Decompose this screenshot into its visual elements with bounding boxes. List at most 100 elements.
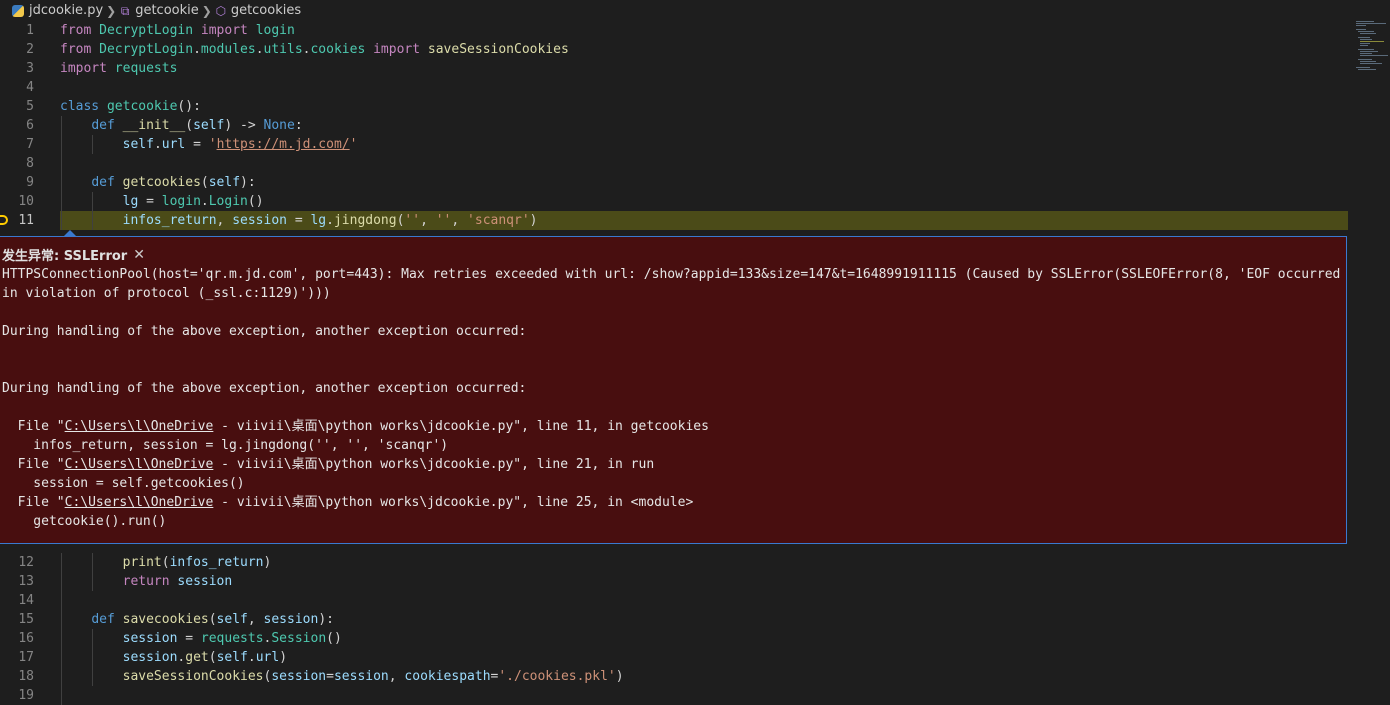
code-line[interactable]: 17 session.get(self.url) — [0, 648, 1348, 667]
code-token: , — [247, 612, 264, 627]
code-token: self — [193, 118, 225, 133]
code-line[interactable]: 4 — [0, 78, 1348, 97]
minimap[interactable] — [1352, 20, 1390, 80]
indent-guide — [92, 192, 93, 230]
code-token: session — [232, 213, 287, 228]
exception-line: HTTPSConnectionPool(host='qr.m.jd.com', … — [2, 267, 1341, 282]
code-line[interactable]: 6 def __init__(self) -> None: — [0, 116, 1348, 135]
code-text: def getcookies(self): — [60, 173, 255, 192]
code-token: url — [161, 137, 186, 152]
traceback-file-link[interactable]: C:\Users\l\OneDrive — [65, 419, 214, 434]
code-line[interactable]: 14 — [0, 591, 1348, 610]
code-token: ( — [185, 118, 194, 133]
minimap-line — [1356, 29, 1366, 30]
line-number: 16 — [18, 631, 34, 646]
code-line[interactable]: 15 def savecookies(self, session): — [0, 610, 1348, 629]
code-line[interactable]: 19 — [0, 686, 1348, 705]
code-line[interactable]: 12 print(infos_return) — [0, 553, 1348, 572]
code-token: ) -> — [224, 118, 264, 133]
code-text: self.url = 'https://m.jd.com/' — [60, 135, 358, 154]
code-line[interactable]: 3 import requests — [0, 59, 1348, 78]
breadcrumb-method[interactable]: ⬡ getcookies — [215, 3, 302, 18]
minimap-line — [1356, 21, 1374, 22]
traceback-prefix: File " — [2, 457, 65, 472]
code-line[interactable]: 11 infos_return, session = lg.jingdong('… — [0, 211, 1348, 230]
close-icon[interactable]: ✕ — [133, 247, 145, 263]
class-symbol-icon: ⧉ — [120, 3, 130, 18]
code-token: login — [255, 23, 295, 38]
code-line[interactable]: 18 saveSessionCookies(session=session, c… — [0, 667, 1348, 686]
minimap-line — [1360, 53, 1372, 54]
minimap-line — [1358, 59, 1372, 60]
code-token: cookiespath — [404, 669, 491, 684]
minimap-line — [1360, 39, 1372, 40]
method-symbol-icon: ⬡ — [215, 3, 227, 18]
minimap-line — [1360, 55, 1388, 56]
code-text: session = requests.Session() — [60, 629, 342, 648]
exception-title-text: 发生异常: SSLError — [2, 249, 128, 264]
code-line[interactable]: 16 session = requests.Session() — [0, 629, 1348, 648]
line-number: 7 — [26, 137, 34, 152]
exception-during-text: During handling of the above exception, … — [2, 324, 527, 339]
code-token: . — [193, 42, 201, 57]
code-line[interactable]: 2 from DecryptLogin.modules.utils.cookies… — [0, 40, 1348, 59]
code-token: url — [255, 650, 280, 665]
code-token: requests — [200, 631, 264, 646]
line-number: 10 — [18, 194, 34, 209]
traceback-prefix: File " — [2, 495, 65, 510]
code-text: saveSessionCookies(session=session, cook… — [60, 667, 624, 686]
breadcrumb-file[interactable]: jdcookie.py — [12, 3, 103, 18]
code-token: () — [326, 631, 342, 646]
code-line[interactable]: 8 — [0, 154, 1348, 173]
code-line[interactable]: 13 return session — [0, 572, 1348, 591]
breadcrumb-class[interactable]: ⧉ getcookie — [119, 3, 199, 18]
code-token: . — [200, 194, 209, 209]
code-token: https://m.jd.com/ — [216, 137, 350, 152]
code-token: self — [216, 612, 248, 627]
exception-title: 发生异常: SSLError ✕ — [2, 245, 145, 265]
code-token: lg — [310, 213, 327, 228]
code-token: return — [122, 574, 170, 589]
line-number: 11 — [18, 213, 34, 228]
code-token: session — [263, 612, 319, 627]
code-line[interactable]: 5 class getcookie(): — [0, 97, 1348, 116]
traceback-file-link[interactable]: C:\Users\l\OneDrive — [65, 495, 214, 510]
traceback-file-link[interactable]: C:\Users\l\OneDrive — [65, 457, 214, 472]
breadcrumb: jdcookie.py ❯ ⧉ getcookie ❯ ⬡ getcookies — [0, 0, 1390, 21]
code-token: session — [333, 669, 389, 684]
code-line[interactable]: 10 lg = login.Login() — [0, 192, 1348, 211]
exception-message: HTTPSConnectionPool(host='qr.m.jd.com', … — [2, 265, 1342, 531]
code-text: def savecookies(self, session): — [60, 610, 334, 629]
code-token: , — [420, 213, 436, 228]
minimap-line — [1360, 43, 1370, 44]
code-text: return session — [60, 572, 233, 591]
code-text: class getcookie(): — [60, 97, 201, 116]
code-text: lg = login.Login() — [60, 192, 264, 211]
traceback-code: getcookie().run() — [2, 514, 167, 529]
minimap-line — [1360, 33, 1376, 34]
code-token: self — [208, 175, 241, 190]
line-number: 14 — [18, 593, 34, 608]
code-token: = — [138, 194, 162, 209]
code-token: : — [294, 118, 303, 133]
code-token: . — [247, 650, 256, 665]
code-line[interactable]: 9 def getcookies(self): — [0, 173, 1348, 192]
minimap-line — [1360, 45, 1368, 46]
code-line[interactable]: 1 from DecryptLogin import login — [0, 21, 1348, 40]
minimap-line — [1360, 51, 1378, 52]
indent-guide — [61, 553, 62, 705]
code-token: modules — [200, 42, 256, 57]
code-token: ( — [161, 555, 170, 570]
code-token: def — [91, 118, 115, 133]
code-line[interactable]: 7 self.url = 'https://m.jd.com/' — [0, 135, 1348, 154]
indent-guide — [92, 553, 93, 591]
code-token: ( — [208, 612, 217, 627]
minimap-line — [1360, 63, 1382, 64]
code-token: login — [161, 194, 201, 209]
code-token: = — [326, 669, 334, 684]
code-token: from — [60, 23, 92, 38]
code-token: () — [247, 194, 264, 209]
